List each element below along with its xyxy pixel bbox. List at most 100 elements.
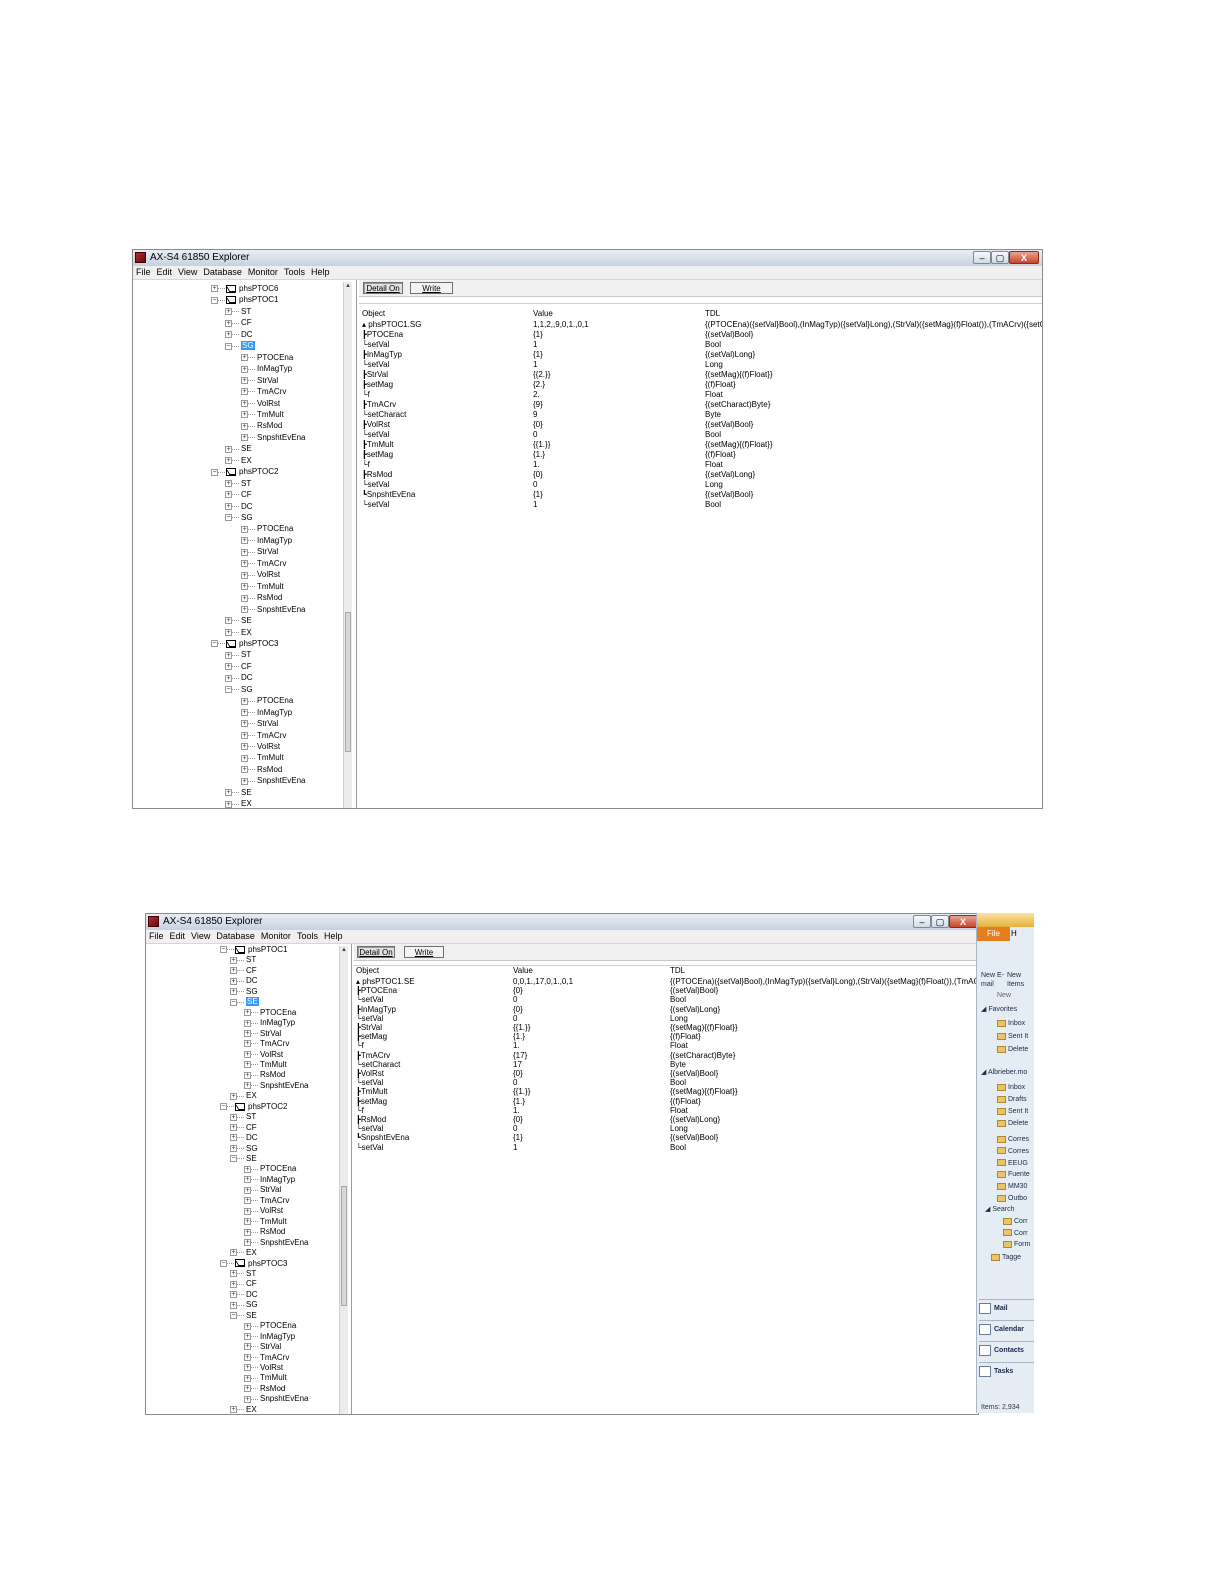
menu-edit[interactable]: Edit	[167, 930, 189, 943]
expand-icon[interactable]: +	[230, 956, 237, 964]
folder-item[interactable]: Sent It	[997, 1032, 1028, 1041]
tree-node[interactable]: + InMagTyp	[241, 363, 292, 374]
tree-node[interactable]: + CF	[230, 965, 257, 976]
tree-node[interactable]: + CF	[225, 489, 252, 500]
tree-node[interactable]: + DC	[225, 501, 253, 512]
row-object[interactable]: └setVal	[356, 1143, 509, 1153]
row-value[interactable]: {1}	[533, 490, 701, 500]
folder-item[interactable]: Corr	[1003, 1217, 1028, 1226]
row-object[interactable]: └setVal	[362, 500, 529, 510]
search-folders-header[interactable]: ◢ Search	[985, 1205, 1015, 1214]
new-email-button[interactable]: New E-mail	[981, 971, 1005, 989]
expand-icon[interactable]: +	[230, 1301, 237, 1309]
minimize-button[interactable]: –	[913, 915, 931, 928]
row-object[interactable]: ┣PTOCEna	[362, 330, 529, 340]
expand-icon[interactable]: +	[244, 1364, 251, 1372]
tree-scrollbar[interactable]: ▲	[339, 946, 348, 1414]
folder-item[interactable]: Drafts	[997, 1095, 1027, 1104]
menu-help[interactable]: Help	[308, 266, 333, 279]
tree-node[interactable]: + PTOCEna	[244, 1320, 296, 1331]
tree-node[interactable]: + VolRst	[241, 398, 280, 409]
expand-icon[interactable]: +	[225, 331, 232, 339]
expand-icon[interactable]: +	[241, 777, 248, 785]
tree-node[interactable]: + EX	[225, 627, 252, 638]
maximize-button[interactable]: ▢	[931, 915, 949, 928]
expand-icon[interactable]: +	[211, 285, 218, 293]
expand-icon[interactable]: +	[241, 560, 248, 568]
expand-icon[interactable]: +	[244, 1061, 251, 1069]
expand-icon[interactable]: +	[244, 1029, 251, 1037]
expand-icon[interactable]: +	[241, 571, 248, 579]
expand-icon[interactable]: +	[244, 1374, 251, 1382]
tree-node[interactable]: + CF	[225, 317, 252, 328]
expand-icon[interactable]: +	[244, 1343, 251, 1351]
collapse-icon[interactable]: −	[211, 468, 218, 476]
tree-node[interactable]: − phsPTOC3	[220, 1258, 287, 1269]
tree-node[interactable]: + EX	[230, 1404, 257, 1414]
folder-item[interactable]: Inbox	[997, 1083, 1025, 1092]
tree-node[interactable]: + SE	[225, 787, 252, 798]
expand-icon[interactable]: +	[241, 399, 248, 407]
tree-node[interactable]: + DC	[230, 975, 258, 986]
tree-node[interactable]: + RsMod	[244, 1069, 285, 1080]
tree-node[interactable]: + phsPTOC6	[211, 283, 278, 294]
expand-icon[interactable]: +	[244, 1353, 251, 1361]
folder-item[interactable]: Delete	[997, 1119, 1028, 1128]
column-header-value[interactable]: Value	[513, 966, 533, 976]
expand-icon[interactable]: +	[244, 1176, 251, 1184]
tree-node[interactable]: + StrVal	[241, 546, 278, 557]
tree-node[interactable]: + TmACrv	[241, 558, 286, 569]
row-value[interactable]: {9}	[533, 400, 701, 410]
expand-icon[interactable]: +	[241, 537, 248, 545]
tree-node[interactable]: + ST	[230, 1268, 256, 1279]
tree-node[interactable]: + VolRst	[244, 1205, 283, 1216]
folder-item[interactable]: Corres	[997, 1147, 1029, 1156]
tree-node[interactable]: + VolRst	[244, 1362, 283, 1373]
row-object[interactable]: └setVal	[362, 480, 529, 490]
expand-icon[interactable]: +	[244, 1040, 251, 1048]
row-object[interactable]: ┣TmACrv	[362, 400, 529, 410]
tree-node[interactable]: − SE	[230, 1310, 257, 1321]
scroll-up-arrow[interactable]: ▲	[344, 282, 352, 290]
expand-icon[interactable]: +	[225, 308, 232, 316]
tree-node[interactable]: − phsPTOC3	[211, 638, 278, 649]
column-header-object[interactable]: Object	[362, 309, 385, 319]
row-object[interactable]: └setVal	[362, 430, 529, 440]
expand-icon[interactable]: +	[230, 988, 237, 996]
tree-node[interactable]: + TmMult	[241, 409, 284, 420]
row-object[interactable]: └setVal	[362, 360, 529, 370]
tree-node[interactable]: + VolRst	[241, 741, 280, 752]
menu-view[interactable]: View	[188, 930, 213, 943]
tree-node[interactable]: + SG	[230, 1299, 258, 1310]
folder-item[interactable]: Corres	[997, 1135, 1029, 1144]
expand-icon[interactable]: +	[230, 1113, 237, 1121]
row-value[interactable]: {{2.}}	[533, 370, 701, 380]
row-value[interactable]: 0	[533, 430, 701, 440]
tree-node[interactable]: + RsMod	[244, 1383, 285, 1394]
row-value[interactable]: 0	[533, 480, 701, 490]
tree-node[interactable]: + SnpshtEvEna	[244, 1393, 308, 1404]
expand-icon[interactable]: +	[225, 663, 232, 671]
expand-icon[interactable]: +	[230, 967, 237, 975]
row-object[interactable]: └f	[362, 390, 529, 400]
expand-icon[interactable]: +	[241, 731, 248, 739]
expand-icon[interactable]: +	[244, 1238, 251, 1246]
tree-node[interactable]: + CF	[230, 1122, 257, 1133]
expand-icon[interactable]: +	[230, 1124, 237, 1132]
expand-icon[interactable]: +	[244, 1165, 251, 1173]
expand-icon[interactable]: +	[225, 617, 232, 625]
row-value[interactable]: {0}	[533, 470, 701, 480]
expand-icon[interactable]: +	[230, 1406, 237, 1414]
collapse-icon[interactable]: −	[220, 1259, 227, 1267]
favorites-header[interactable]: ◢ Favorites	[981, 1005, 1017, 1014]
file-tab[interactable]: File	[977, 927, 1010, 941]
tree-node[interactable]: + StrVal	[241, 718, 278, 729]
collapse-icon[interactable]: −	[225, 686, 232, 694]
tree-node[interactable]: + VolRst	[244, 1049, 283, 1060]
menu-monitor[interactable]: Monitor	[258, 930, 294, 943]
row-object[interactable]: ┗SnpshtEvEna	[362, 490, 529, 500]
close-button[interactable]: X	[1009, 251, 1039, 264]
expand-icon[interactable]: +	[244, 1395, 251, 1403]
row-value[interactable]: {2.}	[533, 380, 701, 390]
tree-node[interactable]: + RsMod	[241, 592, 282, 603]
